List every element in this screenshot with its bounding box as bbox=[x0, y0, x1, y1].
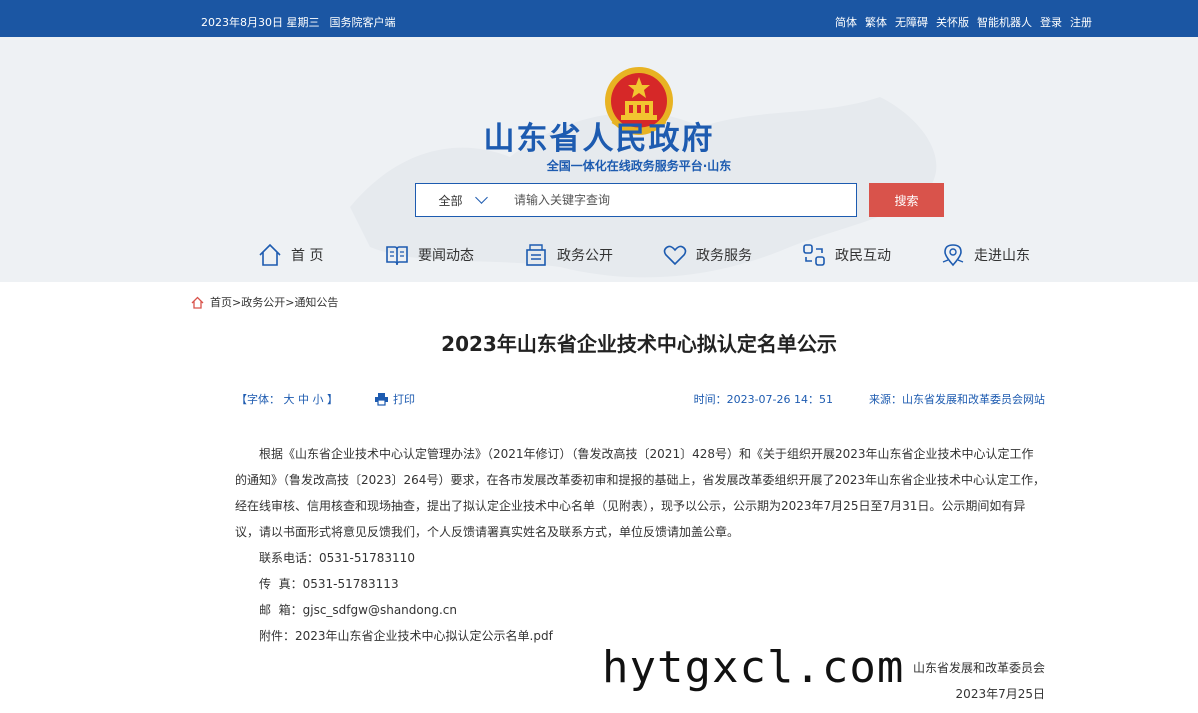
search-button[interactable]: 搜索 bbox=[869, 183, 944, 217]
nav-label: 走进山东 bbox=[974, 248, 1030, 264]
nav-label: 政务公开 bbox=[557, 248, 613, 264]
interaction-icon bbox=[803, 244, 825, 266]
watermark-text: hytgxcl.com bbox=[602, 642, 905, 693]
article-source: 来源：山东省发展和改革委员会网站 bbox=[869, 393, 1045, 406]
state-council-client-link[interactable]: 国务院客户端 bbox=[330, 14, 396, 30]
nav-label: 政民互动 bbox=[835, 248, 891, 264]
nav-label: 政务服务 bbox=[696, 248, 752, 264]
contact-fax: 传 真：0531-51783113 bbox=[259, 577, 399, 591]
accessibility-link[interactable]: 无障碍 bbox=[895, 14, 928, 30]
care-mode-link[interactable]: 关怀版 bbox=[936, 14, 969, 30]
search-input[interactable] bbox=[508, 184, 856, 216]
location-icon bbox=[942, 244, 964, 267]
top-bar: 2023年8月30日 星期三 国务院客户端 简体 繁体 无障碍 关怀版 智能机器… bbox=[0, 0, 1198, 37]
site-title: 山东省人民政府 bbox=[483, 121, 715, 157]
font-size-suffix: 】 bbox=[327, 393, 338, 406]
register-link[interactable]: 注册 bbox=[1070, 14, 1092, 30]
font-size-prefix: 【字体： bbox=[236, 393, 280, 406]
breadcrumb: 首页>政务公开>通知公告 bbox=[191, 294, 338, 310]
nav-label: 首 页 bbox=[291, 248, 324, 264]
heart-icon bbox=[663, 245, 687, 266]
search-box: 全部 bbox=[415, 183, 857, 217]
nav-label: 要闻动态 bbox=[418, 248, 474, 264]
nav-item-discover-shandong[interactable]: 走进山东 bbox=[940, 237, 1030, 273]
font-size-medium[interactable]: 中 bbox=[298, 393, 309, 406]
article-meta: 时间：2023-07-26 14：51 来源：山东省发展和改革委员会网站 bbox=[694, 391, 1045, 407]
nav-item-news[interactable]: 要闻动态 bbox=[384, 237, 474, 273]
font-size-small[interactable]: 小 bbox=[313, 393, 324, 406]
book-icon bbox=[386, 246, 408, 266]
nav-item-gov-affairs[interactable]: 政务公开 bbox=[523, 237, 613, 273]
main-nav: 首 页 要闻动态 政务公开 政务服务 政民互动 走进山东 bbox=[0, 237, 1198, 273]
article-body: 根据《山东省企业技术中心认定管理办法》（2021年修订）（鲁发改高技〔2021〕… bbox=[235, 441, 1045, 649]
simplified-chinese-link[interactable]: 简体 bbox=[835, 14, 857, 30]
breadcrumb-notice-link[interactable]: 通知公告 bbox=[294, 296, 338, 309]
font-size-control: 【字体： 大 中 小 】 bbox=[236, 391, 338, 407]
smart-robot-link[interactable]: 智能机器人 bbox=[977, 14, 1032, 30]
article-signature: 山东省发展和改革委员会 2023年7月25日 bbox=[913, 655, 1045, 707]
search-scope-select[interactable]: 全部 bbox=[416, 184, 508, 216]
contact-email: 邮 箱：gjsc_sdfgw@shandong.cn bbox=[259, 603, 457, 617]
contact-phone: 联系电话：0531-51783110 bbox=[259, 551, 415, 565]
breadcrumb-separator: > bbox=[232, 296, 242, 309]
sign-date: 2023年7月25日 bbox=[955, 687, 1045, 701]
home-icon bbox=[259, 243, 281, 266]
breadcrumb-home-link[interactable]: 首页 bbox=[210, 296, 232, 309]
font-size-large[interactable]: 大 bbox=[284, 393, 295, 406]
chevron-down-icon bbox=[474, 191, 488, 204]
nav-item-home[interactable]: 首 页 bbox=[257, 237, 323, 273]
article-paragraph: 根据《山东省企业技术中心认定管理办法》（2021年修订）（鲁发改高技〔2021〕… bbox=[235, 447, 1045, 539]
breadcrumb-gov-affairs-link[interactable]: 政务公开 bbox=[241, 296, 285, 309]
traditional-chinese-link[interactable]: 繁体 bbox=[865, 14, 887, 30]
print-label: 打印 bbox=[393, 393, 415, 406]
login-link[interactable]: 登录 bbox=[1040, 14, 1062, 30]
printer-icon bbox=[375, 393, 388, 406]
nav-item-interaction[interactable]: 政民互动 bbox=[801, 237, 891, 273]
print-button[interactable]: 打印 bbox=[374, 391, 415, 407]
publish-time: 时间：2023-07-26 14：51 bbox=[693, 393, 833, 406]
nav-item-gov-services[interactable]: 政务服务 bbox=[662, 237, 752, 273]
document-icon bbox=[526, 244, 546, 266]
home-icon bbox=[191, 296, 204, 309]
article-title: 2023年山东省企业技术中心拟认定名单公示 bbox=[441, 332, 837, 356]
current-date: 2023年8月30日 星期三 bbox=[201, 16, 320, 29]
article-tools: 【字体： 大 中 小 】 打印 bbox=[236, 391, 415, 407]
site-subtitle: 全国一体化在线政务服务平台·山东 bbox=[546, 159, 732, 173]
search-scope-value: 全部 bbox=[438, 193, 463, 208]
signer: 山东省发展和改革委员会 bbox=[912, 661, 1045, 675]
